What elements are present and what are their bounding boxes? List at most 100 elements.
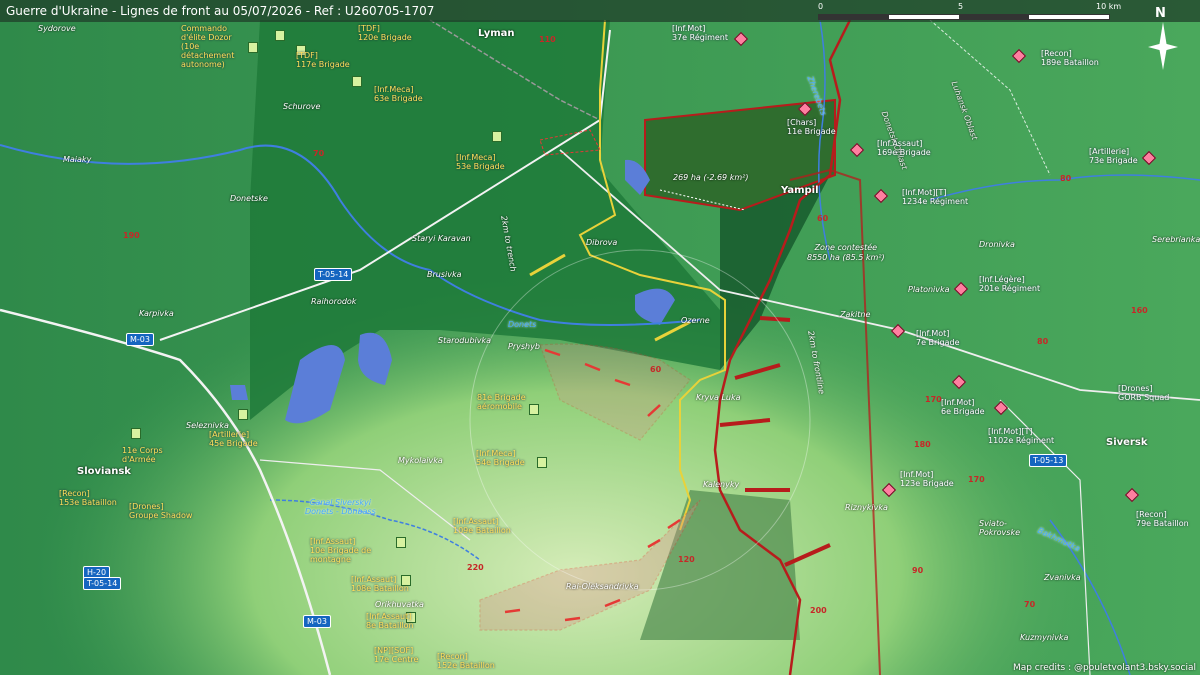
unit-russia-mot6[interactable]: [Inf.Mot] 6e Brigade — [941, 398, 985, 416]
contested-zone-label: Zone contestée 8550 ha (85.5 km²) — [807, 243, 885, 262]
village-platonivka: Platonivka — [908, 285, 950, 294]
unit-russia-recon189[interactable]: [Recon] 189e Bataillon — [1041, 49, 1099, 67]
unit-russia-drones-gorb[interactable]: [Drones] GORB Squad — [1118, 384, 1169, 402]
unit-flag-icon[interactable] — [529, 404, 539, 415]
road-shield: T-05-14 — [83, 577, 122, 590]
unit-flag-icon[interactable] — [492, 131, 502, 142]
unit-ukraine-meca53[interactable]: [Inf.Meca] 53e Brigade — [456, 153, 505, 171]
village-maiaky: Maiaky — [63, 155, 92, 164]
village-raihorodok: Raihorodok — [311, 297, 357, 306]
unit-russia-chars11[interactable]: [Chars] 11e Brigade — [787, 118, 836, 136]
altitude-label: 120 — [678, 555, 695, 564]
unit-ukraine-tdf120[interactable]: [TDF] 120e Brigade — [358, 24, 412, 42]
unit-flag-icon[interactable] — [131, 428, 141, 439]
unit-russia-mot123[interactable]: [Inf.Mot] 123e Brigade — [900, 470, 954, 488]
village-sydorove: Sydorove — [38, 24, 76, 33]
unit-russia-mot7[interactable]: [Inf.Mot] 7e Brigade — [916, 329, 960, 347]
altitude-label: 160 — [1131, 306, 1148, 315]
altitude-label: 200 — [810, 606, 827, 615]
altitude-label: 170 — [968, 475, 985, 484]
unit-russia-art73[interactable]: [Artillerie] 73e Brigade — [1089, 147, 1138, 165]
unit-ukraine-drones-shadow[interactable]: [Drones] Groupe Shadow — [129, 502, 192, 520]
unit-russia-legere201[interactable]: [Inf.Légère] 201e Régiment — [979, 275, 1040, 293]
village-serebrianka: Serebrianka — [1152, 235, 1200, 244]
altitude-label: 70 — [313, 149, 325, 158]
scale-tick: 5 — [958, 2, 964, 11]
unit-ukraine-corps11[interactable]: 11e Corps d'Armée — [122, 446, 163, 464]
altitude-label: 60 — [817, 214, 829, 223]
altitude-label: 80 — [1060, 174, 1072, 183]
unit-ukraine-sof17[interactable]: [NP][SOF] 17e Centre — [374, 646, 418, 664]
town-siversk: Siversk — [1106, 437, 1148, 448]
road-shield: M-03 — [126, 333, 154, 346]
town-sloviansk: Sloviansk — [77, 466, 131, 477]
unit-flag-icon[interactable] — [396, 537, 406, 548]
altitude-label: 110 — [539, 35, 556, 44]
unit-ukraine-assaut10[interactable]: [Inf.Assaut] 10e Brigade de montagne — [310, 537, 371, 564]
altitude-label: 60 — [650, 365, 662, 374]
unit-ukraine-tdf117[interactable]: [TDF] 117e Brigade — [296, 51, 350, 69]
unit-flag-icon[interactable] — [248, 42, 258, 53]
village-zakitne: Zakitne — [840, 310, 871, 319]
unit-flag-icon[interactable] — [238, 409, 248, 420]
altitude-label: 190 — [123, 231, 140, 240]
village-staryi-karavan: Staryi Karavan — [412, 234, 471, 243]
front-line-map: Guerre d'Ukraine - Lignes de front au 05… — [0, 0, 1200, 675]
village-ozerne: Ozerne — [681, 316, 710, 325]
village-brusivka: Brusivka — [427, 270, 462, 279]
road-shield: T-05-14 — [314, 268, 353, 281]
village-mykolaivka: Mykolaivka — [398, 456, 443, 465]
town-lyman: Lyman — [478, 28, 515, 39]
village-sviato-pokrovske: Sviato- Pokrovske — [979, 519, 1020, 537]
village-starodubivka: Starodubivka — [438, 336, 492, 345]
unit-flag-icon[interactable] — [537, 457, 547, 468]
village-donetske: Donetske — [230, 194, 268, 203]
village-karpivka: Karpivka — [139, 309, 174, 318]
unit-ukraine-meca54[interactable]: [Inf.Meca] 54e Brigade — [476, 449, 525, 467]
altitude-label: 220 — [467, 563, 484, 572]
unit-flag-icon[interactable] — [275, 30, 285, 41]
village-riznykivka: Riznykivka — [845, 503, 888, 512]
unit-ukraine-meca63[interactable]: [Inf.Meca] 63e Brigade — [374, 85, 423, 103]
village-dibrova: Dibrova — [586, 238, 618, 247]
unit-russia-mot1102[interactable]: [Inf.Mot][T] 1102e Régiment — [988, 427, 1054, 445]
unit-ukraine-dozor[interactable]: Commando d'élite Dozor (10e détachement … — [181, 24, 234, 69]
north-label: N — [1155, 6, 1166, 21]
scale-tick: 10 km — [1096, 2, 1122, 11]
village-rai-oleksandrivka: Rai-Oleksandrivka — [566, 582, 639, 591]
unit-russia-recon79[interactable]: [Recon] 79e Bataillon — [1136, 510, 1189, 528]
unit-russia-assaut169[interactable]: [Inf.Assaut] 169e Brigade — [877, 139, 931, 157]
unit-ukraine-assaut8[interactable]: [Inf.Assaut] 8e Bataillon — [366, 612, 414, 630]
unit-flag-icon[interactable] — [352, 76, 362, 87]
altitude-label: 70 — [1024, 600, 1036, 609]
town-yampil: Yampil — [781, 185, 819, 196]
altitude-label: 80 — [1037, 337, 1049, 346]
unit-ukraine-assaut109[interactable]: [Inf.Assaut] 109e Bataillon — [453, 517, 511, 535]
label-canal: Canal Siverskyi Donets - Donbass — [305, 498, 376, 516]
scale-bar: 0 5 10 km — [818, 2, 1138, 22]
terrain-layer — [0, 0, 1200, 675]
village-seleznivka: Seleznivka — [186, 421, 229, 430]
village-kuzmynivka: Kuzmynivka — [1020, 633, 1069, 642]
north-arrow-icon: N — [1146, 6, 1180, 76]
unit-ukraine-recon152[interactable]: [Recon] 152e Bataillon — [437, 652, 495, 670]
village-kalenyky: Kalenyky — [703, 480, 740, 489]
unit-russia-mot1234[interactable]: [Inf.Mot][T] 1234e Régiment — [902, 188, 968, 206]
village-kryva-luka: Kryva Luka — [696, 393, 741, 402]
scale-tick: 0 — [818, 2, 824, 11]
unit-ukraine-aero81[interactable]: 81e Brigade aéromobile — [477, 393, 526, 411]
map-credits: Map credits : @pouletvolant3.bsky.social — [1012, 663, 1196, 673]
altitude-label: 180 — [914, 440, 931, 449]
road-shield: T-05-13 — [1029, 454, 1068, 467]
unit-ukraine-art45[interactable]: [Artillerie] 45e Brigade — [209, 430, 258, 448]
salient-area-label: 269 ha (-2.69 km²) — [673, 173, 749, 182]
altitude-label: 90 — [912, 566, 924, 575]
unit-ukraine-recon153[interactable]: [Recon] 153e Bataillon — [59, 489, 117, 507]
label-river-donets: Donets — [508, 320, 537, 329]
village-pryshyb: Pryshyb — [508, 342, 540, 351]
altitude-label: 170 — [925, 395, 942, 404]
village-orikhuvatka: Orikhuvatka — [375, 600, 424, 609]
village-schurove: Schurove — [283, 102, 321, 111]
unit-ukraine-assaut108[interactable]: [Inf.Assaut] 108e Bataillon — [351, 575, 409, 593]
unit-russia-mot37[interactable]: [Inf.Mot] 37e Régiment — [672, 24, 728, 42]
